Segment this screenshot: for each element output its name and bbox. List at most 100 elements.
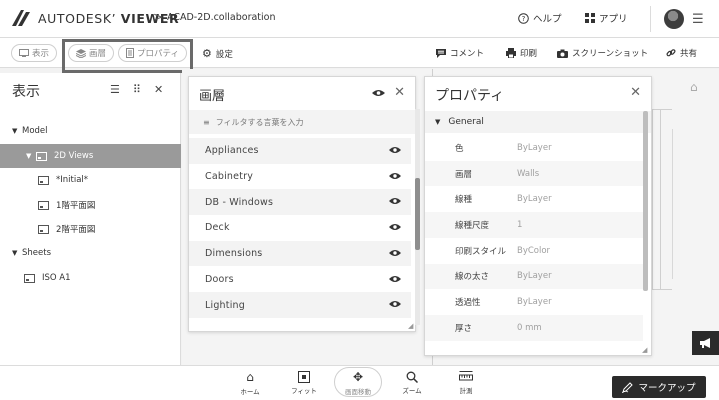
pan-button[interactable]: ✥ 画面移動	[338, 370, 378, 396]
layer-filter-input[interactable]: ≡ フィルタする言葉を入力	[189, 110, 415, 134]
share-label: 共有	[680, 49, 698, 59]
property-row: 線種 ByLayer	[425, 186, 643, 212]
ruler-icon	[459, 371, 473, 381]
panel-title: 表示	[12, 84, 40, 100]
list-view-icon[interactable]: ☰	[110, 83, 120, 96]
menu-icon[interactable]: ☰	[692, 12, 704, 27]
monitor-icon	[19, 49, 29, 57]
tree-item-label: *Initial*	[56, 175, 89, 185]
caret-down-icon[interactable]: ▼	[12, 127, 22, 135]
property-section-general[interactable]: ▼ General	[425, 111, 651, 133]
print-button[interactable]: 印刷	[506, 47, 537, 59]
properties-panel: プロパティ ✕ ▼ General 色 ByLayer 画層 Walls 線種 ByLay…	[424, 76, 652, 356]
close-icon[interactable]: ✕	[154, 83, 163, 96]
view-toggle-button[interactable]: 表示	[11, 44, 58, 62]
property-value: ByColor	[517, 245, 551, 256]
layer-row[interactable]: Dimensions	[189, 240, 411, 267]
layer-row[interactable]: Doors	[189, 267, 411, 293]
caret-down-icon[interactable]: ▼	[26, 152, 36, 160]
eye-icon[interactable]	[372, 89, 385, 97]
resize-handle-icon[interactable]: ◢	[642, 346, 648, 354]
layer-row[interactable]: DB - Windows	[189, 189, 411, 216]
feedback-button[interactable]	[692, 331, 719, 355]
measure-button[interactable]: 計測	[446, 370, 486, 395]
panel-title: 画層	[199, 89, 226, 104]
layer-name: Lighting	[205, 299, 245, 311]
tree-item-model[interactable]: ▼ Model	[0, 119, 181, 143]
eye-icon[interactable]	[389, 223, 401, 231]
filter-icon: ≡	[203, 117, 210, 127]
share-button[interactable]: 共有	[666, 47, 697, 59]
property-label: 画層	[455, 169, 473, 180]
layer-row[interactable]: Lighting	[189, 292, 411, 318]
tree-item-sheets[interactable]: ▼ Sheets	[0, 241, 181, 265]
property-value: ByLayer	[517, 194, 552, 205]
property-label: 線種尺度	[455, 220, 490, 231]
tree-item-floor-2[interactable]: 2階平面図	[0, 217, 181, 241]
settings-label: 設定	[215, 49, 233, 60]
app-header: AUTODESK’ VIEWER > ACAD-2D.collaboration…	[0, 0, 719, 38]
layer-name: Dimensions	[205, 248, 263, 260]
settings-button[interactable]: ⚙ 設定	[202, 47, 233, 60]
tree-item-initial[interactable]: *Initial*	[0, 168, 181, 192]
pan-arrows-icon: ✥	[352, 370, 364, 384]
file-name[interactable]: ACAD-2D.collaboration	[167, 12, 276, 23]
eye-icon[interactable]	[389, 172, 401, 180]
resize-handle-icon[interactable]: ◢	[408, 322, 414, 330]
apps-button[interactable]: アプリ	[585, 11, 628, 25]
zoom-button[interactable]: ズーム	[392, 370, 432, 395]
print-label: 印刷	[520, 49, 538, 59]
layer-row[interactable]: Cabinetry	[189, 164, 411, 190]
comment-label: コメント	[450, 49, 485, 59]
tree-item-2d-views[interactable]: ▼ 2D Views	[0, 144, 181, 168]
eye-icon[interactable]	[389, 146, 401, 154]
layers-scrollbar-thumb[interactable]	[415, 178, 420, 250]
autodesk-logo-icon	[12, 10, 30, 26]
apps-grid-icon	[585, 13, 595, 23]
layer-row[interactable]: Appliances	[189, 138, 411, 164]
property-row: 画層 Walls	[425, 160, 643, 187]
property-label: 印刷スタイル	[455, 246, 507, 257]
camera-icon	[557, 49, 568, 58]
sheet-icon	[36, 151, 47, 161]
property-label: 色	[455, 143, 464, 154]
property-value: 0 mm	[517, 322, 542, 333]
tree-item-label: 2D Views	[54, 151, 94, 161]
tree-item-iso-a1[interactable]: ISO A1	[0, 266, 181, 290]
markup-button[interactable]: マークアップ	[612, 376, 706, 398]
megaphone-icon	[699, 338, 710, 348]
measure-label: 計測	[459, 387, 473, 395]
drawing-line	[652, 109, 653, 289]
property-row: 厚さ 0 mm	[425, 314, 643, 341]
header-divider	[650, 6, 651, 32]
tree-item-label: 2階平面図	[56, 225, 96, 235]
drawing-line	[652, 289, 672, 290]
section-label: General	[448, 117, 484, 127]
home-view-icon[interactable]: ⌂	[690, 80, 698, 94]
eye-icon[interactable]	[389, 275, 401, 283]
layer-row[interactable]: Deck	[189, 215, 411, 241]
grid-view-icon[interactable]: ⠿	[133, 83, 141, 96]
home-button[interactable]: ⌂ ホーム	[230, 370, 270, 396]
comment-icon	[436, 48, 446, 58]
user-avatar[interactable]	[664, 9, 684, 29]
toolbar-highlight-frame	[62, 39, 193, 73]
fit-icon	[298, 371, 310, 383]
comment-button[interactable]: コメント	[436, 47, 484, 59]
properties-scrollbar-thumb[interactable]	[643, 111, 648, 291]
tree-item-label: ISO A1	[42, 273, 71, 283]
eye-icon[interactable]	[389, 300, 401, 308]
screenshot-button[interactable]: スクリーンショット	[557, 47, 648, 59]
sheet-icon	[38, 200, 49, 210]
close-icon[interactable]: ✕	[394, 85, 405, 100]
fit-button[interactable]: フィット	[284, 370, 324, 395]
caret-down-icon[interactable]: ▼	[12, 249, 22, 257]
tree-item-floor-1[interactable]: 1階平面図	[0, 193, 181, 217]
eye-icon[interactable]	[389, 197, 401, 205]
eye-icon[interactable]	[389, 249, 401, 257]
help-label: ヘルプ	[533, 14, 562, 25]
help-button[interactable]: ? ヘルプ	[518, 11, 562, 25]
drawing-line	[660, 109, 661, 289]
close-icon[interactable]: ✕	[630, 85, 641, 100]
tree-item-label: Sheets	[22, 248, 52, 258]
